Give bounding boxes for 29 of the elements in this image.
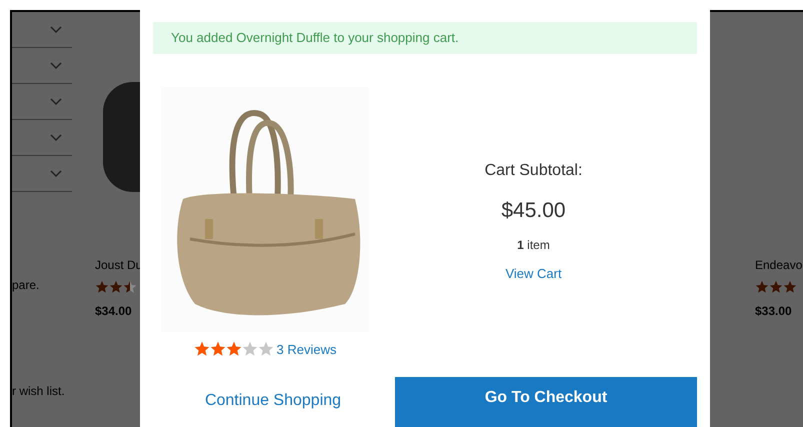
continue-shopping-link[interactable]: Continue Shopping xyxy=(204,389,342,413)
product-price: $34.00 xyxy=(95,303,133,320)
item-count: 1 item xyxy=(517,237,550,254)
wishlist-text: r wish list. xyxy=(12,383,66,400)
star-icon xyxy=(226,341,242,358)
success-message: You added Overnight Duffle to your shopping cart. xyxy=(153,22,697,54)
compare-text: pare. xyxy=(12,277,40,294)
chevron-icon xyxy=(50,26,62,34)
product-name: Endeavo xyxy=(755,257,803,274)
star-icon xyxy=(95,280,109,294)
star-icon xyxy=(258,341,274,358)
star-icon xyxy=(769,280,783,294)
chevron-icon xyxy=(50,170,62,178)
star-icon xyxy=(242,341,258,358)
cart-subtotal: $45.00 xyxy=(501,198,566,224)
star-icon xyxy=(123,280,137,294)
star-icon xyxy=(109,280,123,294)
star-icon xyxy=(194,341,210,358)
chevron-icon xyxy=(50,134,62,142)
star-icon xyxy=(755,280,769,294)
chevron-icon xyxy=(50,62,62,70)
cart-subtotal-label: Cart Subtotal: xyxy=(484,160,582,180)
view-cart-link[interactable]: View Cart xyxy=(505,264,562,284)
star-icon xyxy=(783,280,797,294)
star-icon xyxy=(210,341,226,358)
checkout-button[interactable]: Go To Checkout xyxy=(395,377,697,427)
chevron-icon xyxy=(50,98,62,106)
reviews-link[interactable]: 3 Reviews xyxy=(276,340,336,359)
product-price: $33.00 xyxy=(755,303,793,320)
